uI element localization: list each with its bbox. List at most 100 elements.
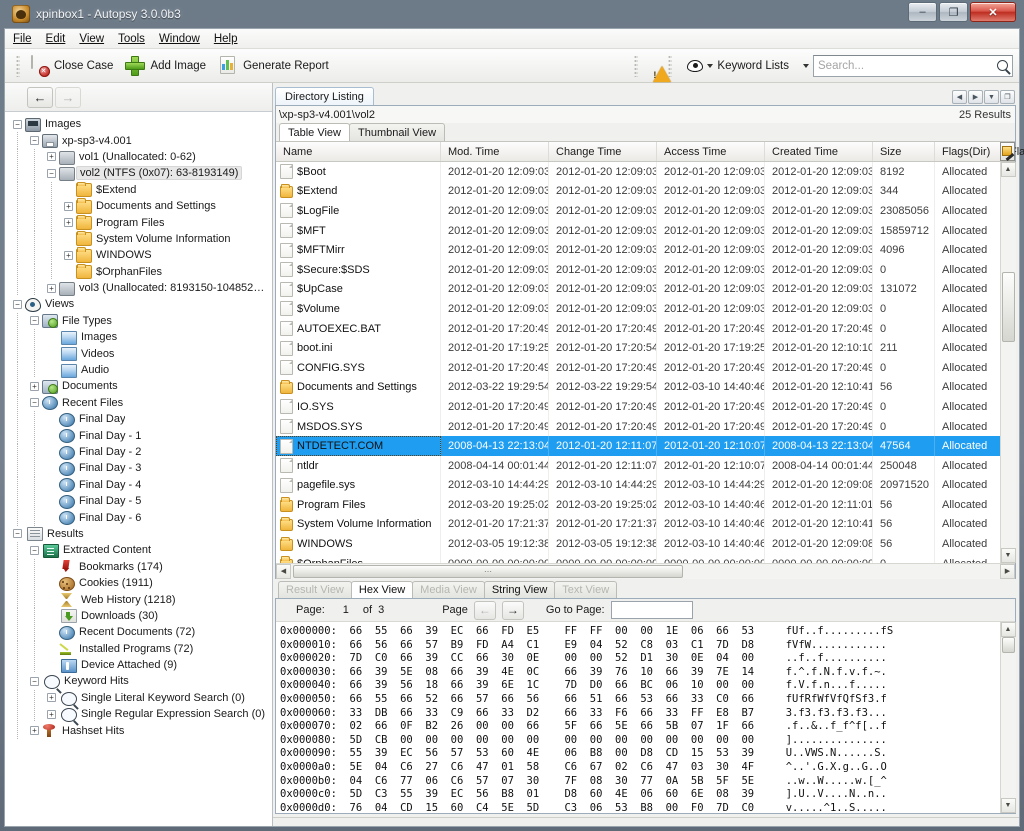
tree-item[interactable]: + Single Literal Keyword Search (0)	[5, 689, 272, 707]
hex-content[interactable]: 0x000000: 66 55 66 39 EC 66 FD E5 FF FF …	[276, 622, 1000, 813]
tree-item[interactable]: Final Day - 6	[5, 509, 272, 526]
column-header-access-time[interactable]: Access Time	[657, 142, 765, 161]
table-row[interactable]: pagefile.sys 2012-03-10 14:44:29 2012-03-1…	[276, 475, 1000, 496]
table-row[interactable]: $UpCase 2012-01-20 12:09:03 2012-01-20 12:…	[276, 279, 1000, 300]
maximize-panel-button[interactable]: ❐	[1000, 90, 1015, 104]
tree-item[interactable]: + Documents and Settings	[5, 197, 272, 215]
tree-toggle-plus-icon[interactable]: +	[30, 381, 39, 391]
tree-item[interactable]: + Documents	[5, 378, 272, 395]
tree-toggle-minus-icon[interactable]: −	[30, 545, 39, 555]
scroll-up-button[interactable]: ▲	[1000, 162, 1016, 177]
menu-help[interactable]: Help	[214, 33, 238, 45]
tree-item[interactable]: + Program Files	[5, 214, 272, 231]
table-vertical-scrollbar[interactable]: ▲ ▼	[1000, 162, 1016, 563]
tree-item[interactable]: + vol3 (Unallocated: 8193150-10485215)	[5, 279, 272, 297]
table-row[interactable]: WINDOWS 2012-03-05 19:12:38 2012-03-05 19:…	[276, 534, 1000, 554]
forward-button[interactable]: →	[55, 86, 81, 108]
tree-item[interactable]: System Volume Information	[5, 230, 272, 248]
column-chooser-icon[interactable]	[1000, 142, 1015, 161]
tree-item[interactable]: Final Day - 3	[5, 460, 272, 477]
menu-window[interactable]: Window	[159, 33, 200, 45]
scroll-tabs-right-button[interactable]: ▶	[968, 90, 983, 104]
scroll-thumb[interactable]	[1001, 272, 1015, 342]
search-dropdown-icon[interactable]	[803, 63, 809, 68]
table-row[interactable]: $Extend 2012-01-20 12:09:03 2012-01-20 12:…	[276, 181, 1000, 202]
hex-scroll-track[interactable]	[1000, 637, 1016, 798]
table-row[interactable]: $LogFile 2012-01-20 12:09:03 2012-01-20 12…	[276, 201, 1000, 221]
table-row[interactable]: $OrphanFiles0000-00-00 00:00:000000-00-0…	[276, 553, 1000, 563]
tree-item[interactable]: + WINDOWS	[5, 247, 272, 264]
tree-item[interactable]: Final Day - 5	[5, 492, 272, 510]
tree-item[interactable]: − File Types	[5, 312, 272, 330]
tab-string-view[interactable]: String View	[483, 581, 556, 598]
tree-toggle-plus-icon[interactable]: +	[47, 152, 56, 162]
column-header-flags-dir[interactable]: Flags(Dir)	[935, 142, 1003, 161]
tree-item[interactable]: − Recent Files	[5, 394, 272, 412]
prev-page-button[interactable]: ←	[473, 600, 496, 620]
tree-item[interactable]: $Extend	[5, 181, 272, 198]
tree-toggle-minus-icon[interactable]: −	[13, 119, 22, 129]
tree-toggle-minus-icon[interactable]: −	[47, 168, 56, 178]
tree-item[interactable]: Final Day - 1	[5, 427, 272, 444]
menu-edit[interactable]: Edit	[46, 33, 66, 45]
scroll-track[interactable]	[1000, 177, 1016, 548]
tree-item[interactable]: Installed Programs (72)	[5, 640, 272, 657]
tab-result-view[interactable]: Result View	[278, 581, 352, 598]
column-header-name[interactable]: Name	[276, 142, 441, 161]
tree-item[interactable]: Device Attached (9)	[5, 656, 272, 674]
tree-toggle-plus-icon[interactable]: +	[64, 201, 73, 211]
tree-item[interactable]: − Views	[5, 296, 272, 312]
back-button[interactable]: ←	[27, 86, 53, 108]
tree-item[interactable]: + vol1 (Unallocated: 0-62)	[5, 148, 272, 166]
toolbar-grip[interactable]	[16, 54, 20, 77]
tree-toggle-minus-icon[interactable]: −	[13, 299, 22, 309]
tab-hex-view[interactable]: Hex View	[350, 581, 414, 598]
close-case-button[interactable]: Close Case	[25, 54, 121, 78]
table-row[interactable]: System Volume Information 2012-01-20 17:2…	[276, 514, 1000, 535]
tab-list-dropdown-button[interactable]: ▼	[984, 90, 999, 104]
tree-item[interactable]: $OrphanFiles	[5, 263, 272, 280]
scroll-tabs-left-button[interactable]: ◀	[952, 90, 967, 104]
column-header-created-time[interactable]: Created Time	[765, 142, 873, 161]
tab-thumbnail-view[interactable]: Thumbnail View	[349, 123, 446, 141]
column-header-size[interactable]: Size	[873, 142, 935, 161]
hscroll-thumb[interactable]: ⋯	[293, 564, 683, 578]
table-row[interactable]: Program Files 2012-03-20 19:25:02 2012-03-…	[276, 495, 1000, 515]
tree-toggle-minus-icon[interactable]: −	[30, 316, 39, 326]
tab-text-view[interactable]: Text View	[554, 581, 618, 598]
tree-item[interactable]: Recent Documents (72)	[5, 624, 272, 641]
tree-toggle-plus-icon[interactable]: +	[47, 693, 56, 703]
table-row[interactable]: boot.ini 2012-01-20 17:19:25 2012-01-20 17…	[276, 338, 1000, 358]
goto-page-input[interactable]	[610, 601, 693, 619]
next-page-button[interactable]: →	[501, 600, 524, 620]
scroll-down-button[interactable]: ▼	[1000, 548, 1016, 563]
table-row[interactable]: $MFT 2012-01-20 12:09:03 2012-01-20 12:09:…	[276, 220, 1000, 241]
table-row[interactable]: AUTOEXEC.BAT 2012-01-20 17:20:49 2012-01-2…	[276, 318, 1000, 339]
close-button[interactable]: ✕	[970, 2, 1016, 22]
column-header-mod-time[interactable]: Mod. Time	[441, 142, 549, 161]
tree-item[interactable]: Downloads (30)	[5, 607, 272, 625]
table-row[interactable]: ntldr 2008-04-14 00:01:44 2012-01-20 12:11…	[276, 455, 1000, 476]
table-row[interactable]: IO.SYS 2012-01-20 17:20:49 2012-01-20 17:2…	[276, 397, 1000, 417]
tree-toggle-plus-icon[interactable]: +	[47, 709, 56, 719]
keyword-lists-button[interactable]: Keyword Lists	[677, 58, 797, 74]
tree-item[interactable]: − vol2 (NTFS (0x07): 63-8193149)	[5, 165, 272, 182]
tree-item[interactable]: Final Day - 4	[5, 476, 272, 493]
menu-view[interactable]: View	[79, 33, 104, 45]
generate-report-button[interactable]: Generate Report	[214, 54, 337, 78]
table-row[interactable]: NTDETECT.COM 2008-04-13 22:13:04 2012-01-2…	[276, 436, 1000, 456]
tree-item[interactable]: Web History (1218)	[5, 591, 272, 608]
table-row[interactable]: $MFTMirr 2012-01-20 12:09:03 2012-01-20 12…	[276, 240, 1000, 260]
tree-item[interactable]: Bookmarks (174)	[5, 558, 272, 575]
hscroll-left-button[interactable]: ◀	[276, 563, 291, 579]
table-row[interactable]: MSDOS.SYS 2012-01-20 17:20:49 2012-01-20 1…	[276, 416, 1000, 437]
hex-scroll-thumb[interactable]	[1001, 637, 1015, 653]
tree-item[interactable]: − xp-sp3-v4.001	[5, 132, 272, 149]
tree-toggle-plus-icon[interactable]: +	[30, 726, 39, 736]
tree-toggle-minus-icon[interactable]: −	[30, 398, 39, 408]
menu-file[interactable]: File	[13, 33, 32, 45]
minimize-button[interactable]: –	[908, 2, 937, 22]
tree-toggle-minus-icon[interactable]: −	[13, 529, 22, 539]
table-horizontal-scrollbar[interactable]: ◀ ⋯ ▶	[276, 563, 1015, 579]
tree-item[interactable]: − Keyword Hits	[5, 673, 272, 690]
